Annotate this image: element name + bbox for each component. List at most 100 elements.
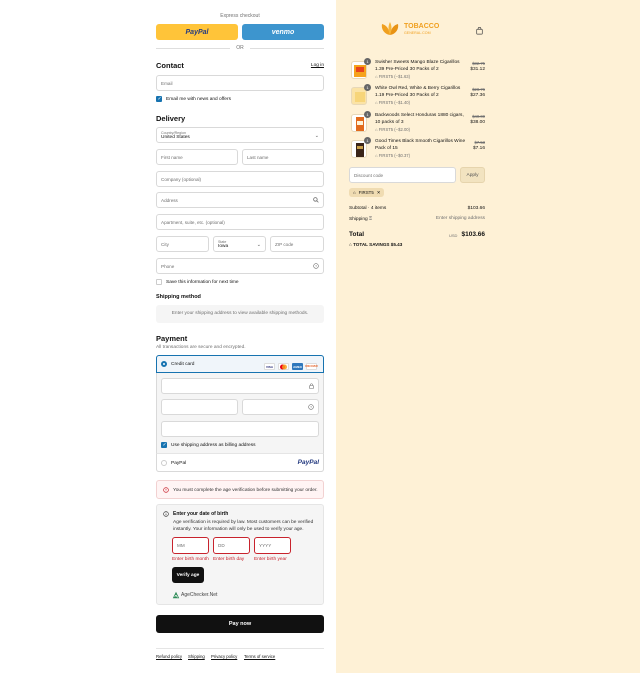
email-field[interactable]: Email xyxy=(156,75,324,91)
shipping-value: Enter shipping address xyxy=(435,216,485,221)
item-original-price: $32.75 xyxy=(472,61,485,66)
agechecker-brand: AgeChecker.Net xyxy=(181,592,218,598)
list-item: 1 White Owl Red, White & Berry Cigarillo… xyxy=(349,84,485,108)
quantity-badge: 1 xyxy=(364,58,371,65)
shipping-method-message: Enter your shipping address to view avai… xyxy=(171,311,309,316)
address-field[interactable]: Address xyxy=(156,192,324,208)
billing-same-label: Use shipping address as billing address xyxy=(171,443,256,448)
last-name-field[interactable]: Last name xyxy=(242,149,324,165)
total-currency: USD xyxy=(449,233,458,238)
paypal-option-label: PayPal xyxy=(171,461,187,466)
quantity-badge: 1 xyxy=(364,111,371,118)
tobacco-leaf-icon xyxy=(381,22,399,35)
credit-card-label: Credit card xyxy=(171,362,195,367)
item-name-line2: 1.19 Pre-Priced 30 Packs of 2 xyxy=(375,93,439,98)
payment-subtitle: All transactions are secure and encrypte… xyxy=(156,345,246,350)
billing-same-checkbox[interactable] xyxy=(161,442,167,448)
pay-now-button[interactable]: Pay now xyxy=(156,615,324,633)
footer-divider xyxy=(156,648,324,649)
lock-icon xyxy=(309,383,314,389)
help-icon[interactable]: ? xyxy=(313,263,319,269)
state-value: Iowa xyxy=(218,243,229,249)
footer-link-refund[interactable]: Refund policy xyxy=(156,654,182,659)
apply-button[interactable]: Apply xyxy=(460,167,485,183)
svg-text:?: ? xyxy=(315,264,317,268)
security-code-field[interactable]: ? xyxy=(242,399,319,415)
quantity-badge: 1 xyxy=(364,137,371,144)
paypal-radio[interactable] xyxy=(161,460,167,466)
expiration-field[interactable] xyxy=(161,399,238,415)
country-value: United States xyxy=(161,134,190,140)
birth-year-placeholder: YYYY xyxy=(259,543,272,548)
savings-tag-icon: ⌂ xyxy=(349,242,352,247)
venmo-express-button[interactable]: venmo xyxy=(242,24,324,40)
item-discount: ⌂ FIRST5 (−$1.63) xyxy=(375,74,411,79)
item-price: $31.12 xyxy=(470,67,485,72)
first-name-placeholder: First name xyxy=(161,154,183,160)
list-item: 1 Backwoods Select Honduras 1880 cigars,… xyxy=(349,111,485,135)
last-name-placeholder: Last name xyxy=(247,154,269,160)
card-number-field[interactable] xyxy=(161,378,319,394)
dob-heading: Enter your date of birth xyxy=(173,511,229,517)
svg-text:?: ? xyxy=(310,405,312,409)
mastercard-icon xyxy=(278,363,289,370)
dob-description-line1: Age verification is required by law. Mos… xyxy=(173,520,314,525)
item-price: $38.00 xyxy=(470,120,485,125)
email-news-label: Email me with news and offers xyxy=(166,97,231,102)
country-select[interactable]: Country/Region United States ⌄ xyxy=(156,127,324,143)
help-icon[interactable]: ⍰ xyxy=(369,217,372,222)
birth-day-field[interactable]: DD xyxy=(213,537,250,554)
birth-day-placeholder: DD xyxy=(218,543,225,548)
footer-link-shipping[interactable]: Shipping xyxy=(188,654,205,659)
birth-day-error: Enter birth day xyxy=(213,557,245,562)
shipping-method-box: Enter your shipping address to view avai… xyxy=(156,305,324,323)
company-field[interactable]: Company (optional) xyxy=(156,171,324,187)
paypal-option[interactable]: PayPal PayPal xyxy=(156,453,324,472)
total-label: Total xyxy=(349,231,365,238)
name-on-card-field[interactable] xyxy=(161,421,319,437)
contact-heading: Contact xyxy=(156,61,184,70)
age-error-message: You must complete the age verification b… xyxy=(173,488,318,493)
paypal-express-button[interactable]: PayPal xyxy=(156,24,238,40)
chevron-down-icon: ⌄ xyxy=(256,242,261,248)
item-name-line1: Swisher Sweets Mango Blaze Cigarillos xyxy=(375,60,460,65)
phone-field[interactable]: Phone ? xyxy=(156,258,324,274)
savings-value: $5.43 xyxy=(390,242,403,247)
list-item: 1 Swisher Sweets Mango Blaze Cigarillos … xyxy=(349,58,485,82)
footer-link-terms[interactable]: Terms of service xyxy=(244,654,275,659)
brand-logo[interactable] xyxy=(380,22,400,36)
delivery-heading: Delivery xyxy=(156,114,186,123)
city-field[interactable]: City xyxy=(156,236,209,252)
dob-description-line2: instantly. Your information will only be… xyxy=(173,527,304,532)
apartment-field[interactable]: Apartment, suite, etc. (optional) xyxy=(156,214,324,230)
discount-code-placeholder: Discount code xyxy=(354,172,384,178)
save-info-checkbox[interactable] xyxy=(156,279,162,285)
footer-link-privacy[interactable]: Privacy policy xyxy=(211,654,237,659)
item-discount: ⌂ FIRST5 (−$0.37) xyxy=(375,153,411,158)
birth-year-field[interactable]: YYYY xyxy=(254,537,291,554)
credit-card-radio[interactable] xyxy=(161,361,167,367)
zip-field[interactable]: ZIP code xyxy=(270,236,324,252)
birth-month-field[interactable]: MM xyxy=(172,537,209,554)
email-placeholder: Email xyxy=(161,80,173,86)
address-placeholder: Address xyxy=(161,197,178,203)
or-divider: OR xyxy=(156,45,324,51)
item-original-price: $28.76 xyxy=(472,87,485,92)
help-icon[interactable]: ? xyxy=(308,404,314,410)
verify-age-button[interactable]: Verify age xyxy=(172,567,204,583)
applied-code: FIRST5 xyxy=(358,190,374,195)
email-news-checkbox[interactable] xyxy=(156,96,162,102)
first-name-field[interactable]: First name xyxy=(156,149,238,165)
remove-code-icon[interactable]: ✕ xyxy=(377,190,381,196)
item-discount-text: FIRST5 (−$0.37) xyxy=(378,153,411,158)
shopping-bag-icon[interactable] xyxy=(476,27,483,35)
discount-code-field[interactable]: Discount code xyxy=(349,167,456,183)
item-discount: ⌂ FIRST5 (−$1.40) xyxy=(375,100,411,105)
subtotal-label: Subtotal · 4 items xyxy=(349,206,387,211)
birth-month-error: Enter birth month xyxy=(172,557,209,562)
item-name-line2: 1.39 Pre-Priced 30 Packs of 2 xyxy=(375,67,439,72)
visa-icon: VISA xyxy=(264,363,275,370)
city-placeholder: City xyxy=(161,241,169,247)
state-select[interactable]: State Iowa ⌄ xyxy=(213,236,266,252)
login-link[interactable]: Log in xyxy=(311,63,324,68)
